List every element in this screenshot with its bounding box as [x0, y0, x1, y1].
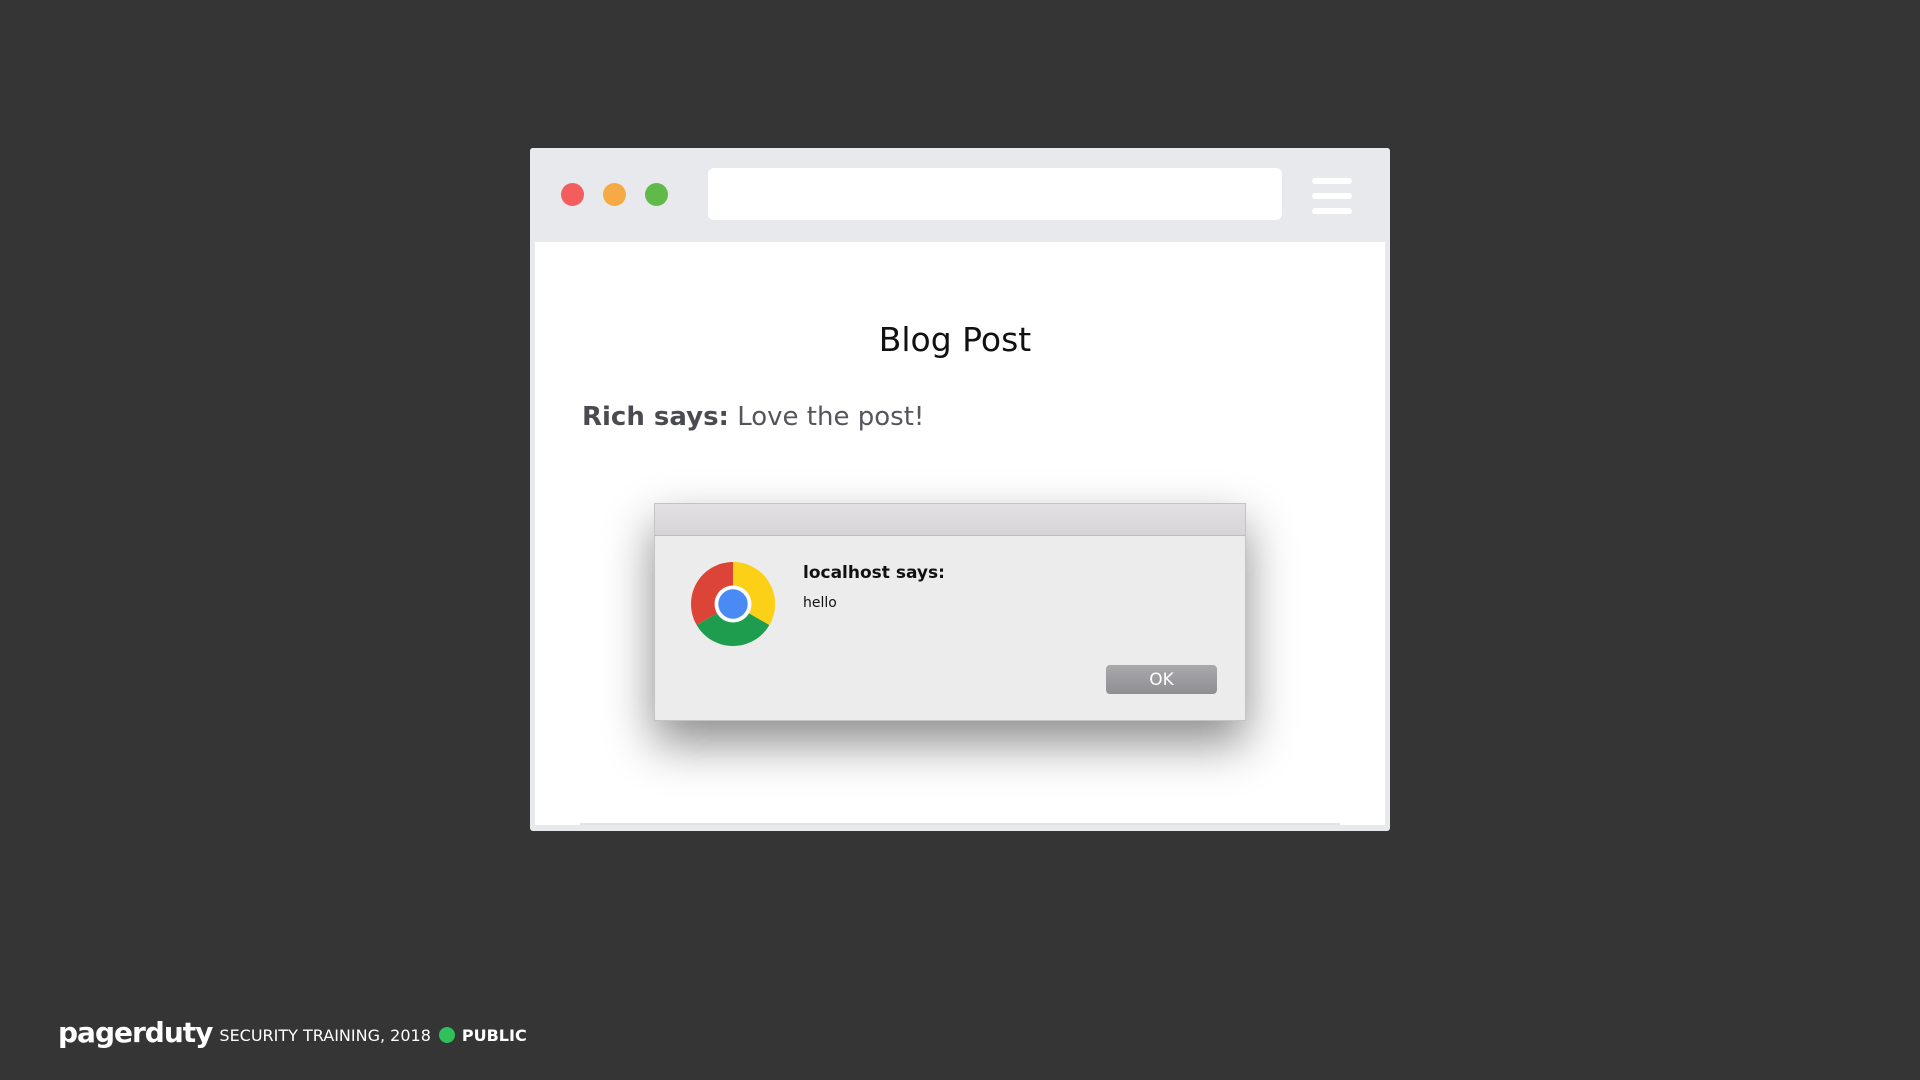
alert-dialog: localhost says: hello OK [654, 503, 1246, 721]
browser-toolbar [530, 148, 1390, 242]
ok-button[interactable]: OK [1106, 665, 1217, 694]
comment-author: Rich says: [582, 402, 729, 432]
footer: pagerduty SECURITY TRAINING, 2018 PUBLIC [58, 1016, 527, 1050]
maximize-window-button[interactable] [645, 183, 668, 206]
comment: Rich says: Love the post! [582, 402, 924, 432]
dialog-message: hello [803, 595, 837, 611]
minimize-window-button[interactable] [603, 183, 626, 206]
public-status-dot [438, 1027, 455, 1043]
page-title: Blog Post [878, 320, 1032, 359]
footer-text: SECURITY TRAINING, 2018 [219, 1025, 431, 1045]
status-label: PUBLIC [461, 1025, 527, 1045]
address-bar[interactable] [708, 168, 1282, 220]
comment-text: Love the post! [728, 402, 925, 432]
dialog-titlebar[interactable] [655, 504, 1245, 536]
dialog-heading: localhost says: [803, 563, 945, 583]
browser-window: Blog Post Rich says: Love the post! [530, 148, 1390, 831]
pagerduty-logo: pagerduty [58, 1015, 213, 1049]
slide: Blog Post Rich says: Love the post! loca… [0, 0, 1920, 1080]
chrome-logo-icon [691, 562, 775, 646]
divider [580, 823, 1340, 825]
close-window-button[interactable] [561, 183, 584, 206]
hamburger-menu-icon[interactable] [1312, 178, 1352, 214]
